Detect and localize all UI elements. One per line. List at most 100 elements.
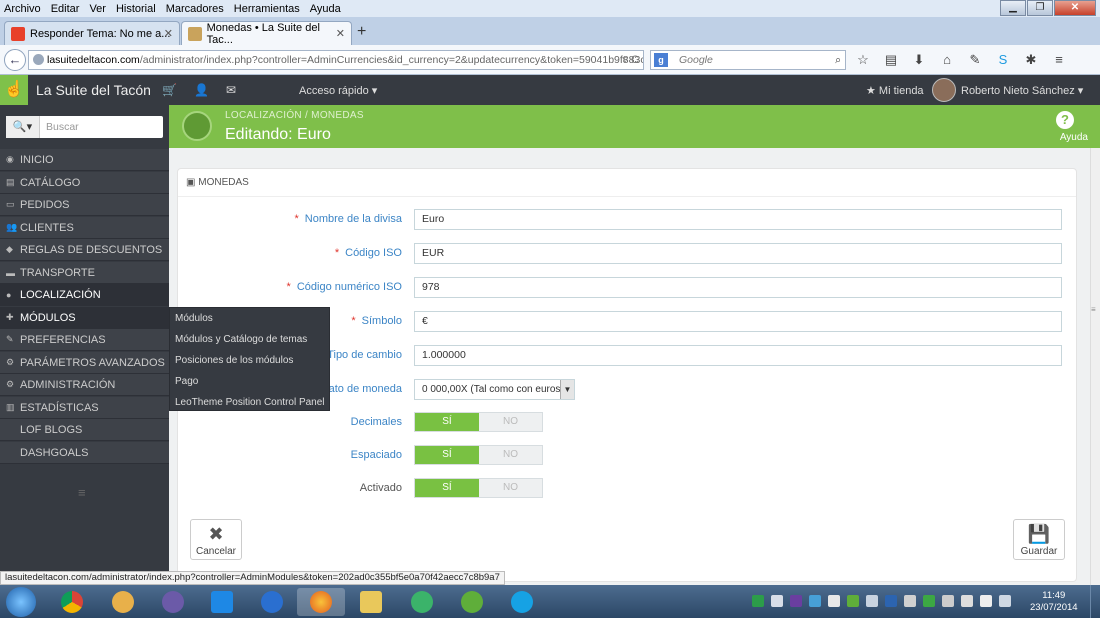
address-bar[interactable]: lasuitedeltacon.com/administrator/index.… <box>28 50 644 70</box>
chevron-down-icon[interactable]: ▼ <box>560 380 574 399</box>
media-player-taskbar-icon[interactable] <box>149 588 197 616</box>
iso-code-field[interactable]: EUR <box>414 243 1062 264</box>
new-tab-icon[interactable]: + <box>357 23 366 41</box>
search-input[interactable]: Buscar <box>46 121 79 133</box>
minimize-icon[interactable]: ▁ <box>1000 0 1026 16</box>
sidebar-item-lof-blogs[interactable]: LOF BLOGS <box>0 419 169 441</box>
sidebar-item-parametros[interactable]: ⚙ PARÁMETROS AVANZADOS <box>0 352 169 374</box>
menu-historial[interactable]: Historial <box>116 3 156 15</box>
page-scrollbar[interactable] <box>1090 148 1100 585</box>
tray-app-icon[interactable] <box>847 595 859 607</box>
spacing-no[interactable]: NO <box>479 446 542 464</box>
help-icon[interactable]: ? <box>1056 111 1074 129</box>
active-yes[interactable]: SÍ <box>415 479 479 497</box>
explorer-taskbar-icon[interactable] <box>347 588 395 616</box>
avatar[interactable] <box>932 78 956 102</box>
shop-name[interactable]: La Suite del Tacón <box>36 82 151 98</box>
sidebar-item-dashgoals[interactable]: DASHGOALS <box>0 442 169 464</box>
paint-taskbar-icon[interactable] <box>99 588 147 616</box>
maximize-icon[interactable]: ❐ <box>1027 0 1053 16</box>
menu-ayuda[interactable]: Ayuda <box>310 3 341 15</box>
show-desktop-button[interactable] <box>1090 585 1100 618</box>
symbol-field[interactable]: € <box>414 311 1062 332</box>
tray-app-icon[interactable] <box>866 595 878 607</box>
skype-taskbar-icon[interactable] <box>498 588 546 616</box>
help-label[interactable]: Ayuda <box>1060 132 1088 143</box>
dropbox-taskbar-icon[interactable] <box>198 588 246 616</box>
reload-icon[interactable]: ▿ C <box>622 51 639 69</box>
iso-numeric-field[interactable]: 978 <box>414 277 1062 298</box>
spacing-yes[interactable]: SÍ <box>415 446 479 464</box>
menu-marcadores[interactable]: Marcadores <box>166 3 224 15</box>
save-button[interactable]: 💾 Guardar <box>1013 519 1065 560</box>
close-window-icon[interactable]: ✕ <box>1054 0 1096 16</box>
sidebar-item-preferencias[interactable]: ✎ PREFERENCIAS <box>0 329 169 351</box>
sidebar-item-localizacion[interactable]: ● LOCALIZACIÓN <box>0 284 169 306</box>
cart-icon[interactable]: 🛒 <box>162 83 177 97</box>
sidebar-search[interactable]: 🔍▾ Buscar <box>6 116 163 138</box>
my-store-link[interactable]: ★ Mi tienda <box>866 84 924 97</box>
scroll-grip-icon[interactable]: ≡ <box>1091 305 1096 314</box>
signal-icon[interactable] <box>942 595 954 607</box>
flyout-item-leotheme[interactable]: LeoTheme Position Control Panel <box>170 392 329 413</box>
tray-app-icon[interactable] <box>790 595 802 607</box>
sidebar-item-transporte[interactable]: ▬ TRANSPORTE <box>0 262 169 284</box>
sidebar-item-modulos[interactable]: ✚ MÓDULOS <box>0 307 169 329</box>
menu-archivo[interactable]: Archivo <box>4 3 41 15</box>
tab-forum[interactable]: Responder Tema: No me a... ✕ <box>4 21 180 45</box>
back-arrow-icon[interactable]: ← <box>4 49 26 71</box>
format-select[interactable]: 0 000,00X (Tal como con euros) ▼ <box>414 379 575 400</box>
flyout-item-pago[interactable]: Pago <box>170 371 329 392</box>
sidebar-item-catalogo[interactable]: ▤ CATÁLOGO <box>0 172 169 194</box>
start-button[interactable] <box>6 587 36 617</box>
magnifier-icon[interactable]: ⌕ <box>835 51 841 69</box>
active-toggle[interactable]: SÍ NO <box>414 478 543 498</box>
quick-access-menu[interactable]: Acceso rápido ▾ <box>299 84 377 97</box>
sidebar-item-administracion[interactable]: ⚙ ADMINISTRACIÓN <box>0 374 169 396</box>
menu-herramientas[interactable]: Herramientas <box>234 3 300 15</box>
bookmarks-list-icon[interactable]: ▤ <box>880 51 902 69</box>
tray-app-icon[interactable] <box>923 595 935 607</box>
google-engine-icon[interactable]: g <box>654 53 668 67</box>
sidebar-item-descuentos[interactable]: ◆ REGLAS DE DESCUENTOS <box>0 239 169 261</box>
battery-icon[interactable] <box>999 595 1011 607</box>
decimals-no[interactable]: NO <box>479 413 542 431</box>
firefox-taskbar-icon[interactable] <box>297 588 345 616</box>
active-no[interactable]: NO <box>479 479 542 497</box>
exchange-rate-field[interactable]: 1.000000 <box>414 345 1062 366</box>
user-icon[interactable]: 👤 <box>194 83 209 97</box>
menu-ver[interactable]: Ver <box>89 3 106 15</box>
collapse-menu-icon[interactable]: ≡ <box>78 485 86 500</box>
sidebar-item-inicio[interactable]: ◉ INICIO <box>0 149 169 171</box>
tray-app-icon[interactable] <box>771 595 783 607</box>
spacing-toggle[interactable]: SÍ NO <box>414 445 543 465</box>
power-taskbar-icon[interactable] <box>248 588 296 616</box>
search-icon[interactable]: 🔍▾ <box>6 116 40 138</box>
extension-icon[interactable]: ✱ <box>1020 51 1042 69</box>
flyout-item-modulos[interactable]: Módulos <box>170 308 329 329</box>
prestashop-logo-icon[interactable]: ☝ <box>0 75 28 105</box>
sidebar-item-clientes[interactable]: 👥 CLIENTES <box>0 217 169 239</box>
flyout-item-posiciones[interactable]: Posiciones de los módulos <box>170 350 329 371</box>
tray-app-icon[interactable] <box>809 595 821 607</box>
tray-app-icon[interactable] <box>885 595 897 607</box>
utorrent-taskbar-icon[interactable] <box>448 588 496 616</box>
tab-monedas[interactable]: Monedas • La Suite del Tac... ✕ <box>181 21 352 46</box>
user-menu[interactable]: Roberto Nieto Sánchez ▾ <box>961 84 1083 97</box>
tray-app-icon[interactable] <box>904 595 916 607</box>
flag-icon[interactable] <box>980 595 992 607</box>
mail-icon[interactable]: ✉ <box>226 83 236 97</box>
sidebar-item-pedidos[interactable]: ▭ PEDIDOS <box>0 194 169 216</box>
tab-close-icon[interactable]: ✕ <box>164 27 173 40</box>
decimals-yes[interactable]: SÍ <box>415 413 479 431</box>
sidebar-item-estadisticas[interactable]: ▥ ESTADÍSTICAS <box>0 397 169 419</box>
chrome-taskbar-icon[interactable] <box>48 588 96 616</box>
downloads-icon[interactable]: ⬇ <box>908 51 930 69</box>
menu-editar[interactable]: Editar <box>51 3 80 15</box>
transfer-taskbar-icon[interactable] <box>398 588 446 616</box>
menu-icon[interactable]: ≡ <box>1048 51 1070 69</box>
cancel-button[interactable]: ✖ Cancelar <box>190 519 242 560</box>
home-icon[interactable]: ⌂ <box>936 51 958 69</box>
bookmark-star-icon[interactable]: ☆ <box>852 51 874 69</box>
pen-icon[interactable]: ✎ <box>964 51 986 69</box>
